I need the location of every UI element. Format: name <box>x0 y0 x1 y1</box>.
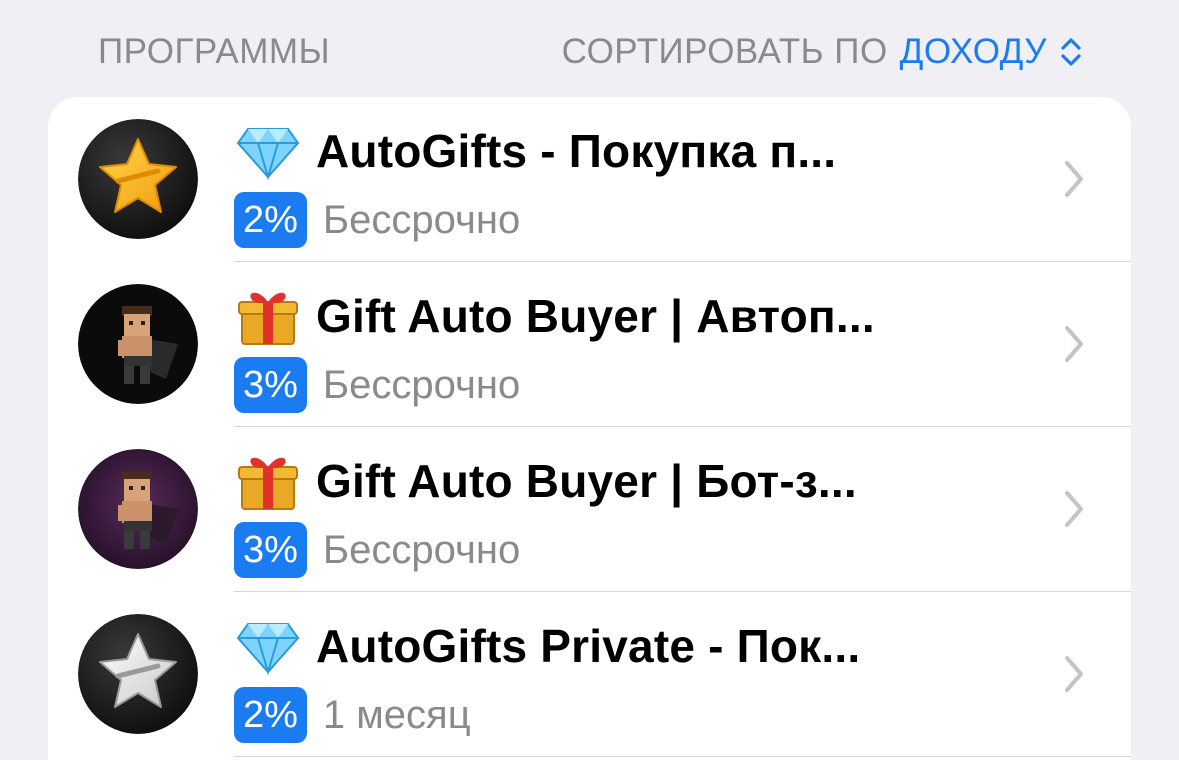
programs-list: AutoGifts - Покупка п... 2% Бессрочно Gi… <box>48 97 1131 760</box>
list-item[interactable]: Gift Auto Buyer | Бот-з... 3% Бессрочно <box>48 427 1131 592</box>
program-title: Gift Auto Buyer | Автоп... <box>316 290 875 342</box>
row-subtitle: 2% 1 месяц <box>234 687 471 743</box>
gift-icon <box>238 457 298 510</box>
row-title: Gift Auto Buyer | Автоп... <box>236 286 875 346</box>
percent-badge: 3% <box>234 357 307 413</box>
duration-label: 1 месяц <box>322 692 471 737</box>
percent-badge: 2% <box>234 687 307 743</box>
program-title: AutoGifts - Покупка п... <box>316 125 837 177</box>
gift-icon <box>238 292 298 345</box>
duration-label: Бессрочно <box>322 527 521 572</box>
list-header: ПРОГРАММЫ СОРТИРОВАТЬ ПО ДОХОДУ <box>0 0 1179 100</box>
list-item[interactable]: Gift Auto Buyer | Автоп... 3% Бессрочно <box>48 262 1131 427</box>
programs-screen: ПРОГРАММЫ СОРТИРОВАТЬ ПО ДОХОДУ AutoGift… <box>0 0 1179 760</box>
pixel-character-avatar <box>78 284 198 404</box>
star-yellow-avatar <box>78 119 198 239</box>
row-subtitle: 2% Бессрочно <box>234 192 520 248</box>
chevron-right-icon <box>1065 491 1083 527</box>
row-subtitle: 3% Бессрочно <box>234 522 520 578</box>
section-title: ПРОГРАММЫ <box>98 32 331 71</box>
sort-button[interactable]: СОРТИРОВАТЬ ПО ДОХОДУ <box>562 32 1083 72</box>
star-white-avatar <box>78 614 198 734</box>
chevron-right-icon <box>1065 326 1083 362</box>
sort-prefix-label: СОРТИРОВАТЬ ПО <box>561 32 888 71</box>
gem-icon <box>236 128 300 181</box>
sort-value-label: ДОХОДУ <box>899 32 1047 71</box>
pixel-character-purple-avatar <box>78 449 198 569</box>
chevron-right-icon <box>1065 161 1083 197</box>
chevron-right-icon <box>1065 656 1083 692</box>
percent-badge: 2% <box>234 192 307 248</box>
row-title: AutoGifts Private - Пок... <box>236 616 860 676</box>
row-title: Gift Auto Buyer | Бот-з... <box>236 451 857 511</box>
chevron-up-down-icon <box>1061 38 1081 66</box>
row-subtitle: 3% Бессрочно <box>234 357 520 413</box>
row-title: AutoGifts - Покупка п... <box>236 121 836 181</box>
list-item[interactable]: AutoGifts - Покупка п... 2% Бессрочно <box>48 97 1131 262</box>
list-item[interactable]: AutoGifts Private - Пок... 2% 1 месяц <box>48 592 1131 757</box>
divider <box>234 755 1131 757</box>
duration-label: Бессрочно <box>322 197 521 242</box>
percent-badge: 3% <box>234 522 307 578</box>
program-title: Gift Auto Buyer | Бот-з... <box>316 455 857 507</box>
gem-icon <box>236 623 300 676</box>
duration-label: Бессрочно <box>322 362 521 407</box>
program-title: AutoGifts Private - Пок... <box>316 620 861 672</box>
